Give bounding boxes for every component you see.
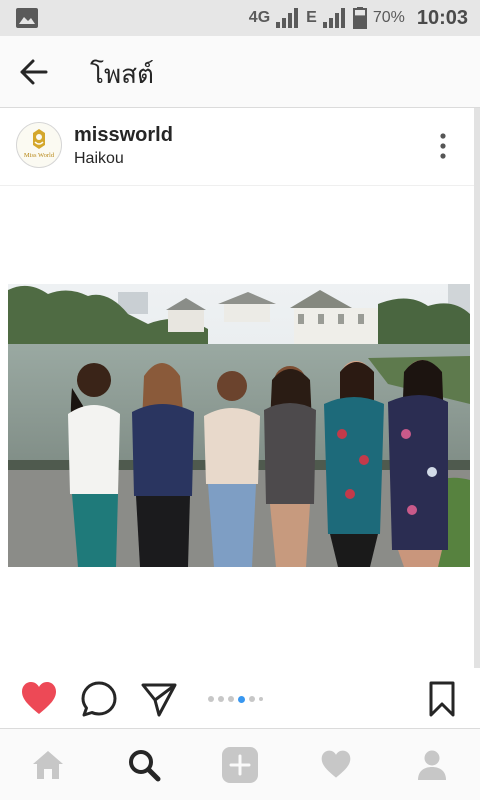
search-icon [129,750,161,782]
comment-icon [81,681,117,717]
svg-text:Miss World: Miss World [24,152,55,159]
username[interactable]: missworld [74,124,173,147]
back-button[interactable] [16,56,52,88]
post-action-bar [0,672,480,728]
share-icon [141,683,177,717]
page-title: โพสต์ [90,59,154,89]
bookmark-icon [429,681,455,717]
nav-search[interactable] [96,729,192,801]
nav-profile[interactable] [384,729,480,801]
network-type: 4G [248,9,271,26]
more-button[interactable] [432,130,454,162]
carousel-dot [218,696,224,702]
more-vertical-icon [440,133,446,159]
location[interactable]: Haikou [74,150,124,168]
nav-home[interactable] [0,729,96,801]
carousel-dot [259,697,263,701]
status-bar: 4G E 70% 10:03 [0,0,480,36]
gallery-icon [16,8,38,28]
data-indicator: E [306,9,317,26]
carousel-dots [208,696,263,704]
arrow-left-icon [20,59,48,85]
miss-world-logo: Miss World [17,123,61,167]
post-image[interactable] [8,284,470,567]
bottom-nav [0,728,480,800]
comment-button[interactable] [80,680,118,718]
home-icon [33,751,63,779]
profile-icon [418,750,446,780]
signal-icon [322,8,345,28]
scroll-indicator [474,108,480,668]
app-header: โพสต์ [0,36,480,108]
add-icon [222,747,258,783]
save-button[interactable] [428,680,456,718]
post-header: Miss World missworld Haikou [0,108,480,186]
carousel-dot [228,696,234,702]
nav-add[interactable] [192,729,288,801]
carousel-dot-active [238,696,245,703]
carousel-dot [249,696,255,702]
heart-filled-icon [22,682,56,714]
battery-icon [352,7,367,29]
signal-icon [276,8,299,28]
clock: 10:03 [416,6,468,29]
avatar[interactable]: Miss World [16,122,62,168]
battery-percent: 70% [372,9,405,26]
like-button[interactable] [20,680,58,718]
carousel-dot [208,696,214,702]
nav-activity[interactable] [288,729,384,801]
heart-icon [321,750,351,778]
share-button[interactable] [140,680,178,718]
